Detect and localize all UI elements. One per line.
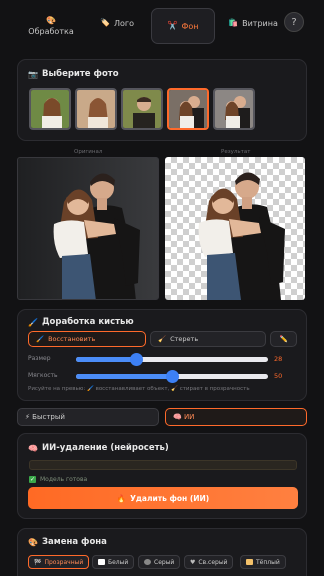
pencil-button[interactable]: ✏️	[270, 331, 297, 347]
original-preview	[17, 157, 159, 300]
photo-thumbnail[interactable]	[29, 88, 71, 130]
bg-option-light-gray[interactable]: ♥ Св.серый	[184, 555, 234, 569]
ai-removal-card: 🧠 ИИ-удаление (нейросеть) ✓ Модель готов…	[17, 433, 307, 519]
tag-icon: 🏷️	[100, 18, 110, 27]
help-button[interactable]: ?	[284, 12, 304, 32]
check-icon: ✓	[29, 476, 36, 483]
tab-logo[interactable]: 🏷️ Лого	[82, 8, 152, 38]
softness-slider-thumb[interactable]	[166, 370, 179, 383]
ai-mode-button[interactable]: 🧠 ИИ	[165, 408, 307, 426]
fire-icon: 🔥	[116, 493, 127, 503]
brush-icon: 🖌️	[28, 317, 38, 327]
heart-icon: ♥	[190, 558, 196, 566]
shopping-bag-icon: 🛍️	[228, 18, 239, 27]
thumbnail-strip	[29, 88, 255, 130]
size-slider[interactable]	[76, 353, 268, 366]
size-label: Размер	[28, 355, 51, 362]
original-caption: Оригинал	[74, 149, 103, 155]
tab-processing[interactable]: 🎨 Обработка	[16, 8, 86, 44]
photo-thumbnail[interactable]	[213, 88, 255, 130]
photo-thumbnail[interactable]	[121, 88, 163, 130]
size-value: 28	[274, 355, 283, 363]
restore-button[interactable]: 🖌️ Восстановить	[28, 331, 146, 347]
palette-icon: 🎨	[28, 537, 38, 547]
tab-label: Фон	[181, 21, 199, 31]
model-status: ✓ Модель готова	[29, 476, 88, 483]
tab-label: Лого	[113, 18, 134, 28]
photo-thumbnail[interactable]	[75, 88, 117, 130]
fast-mode-button[interactable]: ⚡ Быстрый	[17, 408, 159, 426]
pencil-icon: ✏️	[279, 335, 288, 343]
replace-background-card: 🎨 Замена фона 🏁 Прозрачный Белый Серый ♥…	[17, 528, 307, 576]
tab-background[interactable]: ✂️ Фон	[151, 8, 215, 44]
size-slider-thumb[interactable]	[130, 353, 143, 366]
brush-hint: Рисуйте на превью: 🖌️ восстанавливает об…	[28, 386, 250, 392]
white-swatch-icon	[98, 559, 105, 565]
result-preview[interactable]	[165, 157, 305, 300]
card-title: 🎨 Замена фона	[28, 537, 107, 547]
remove-background-ai-button[interactable]: 🔥 Удалить фон (ИИ)	[28, 487, 298, 509]
flag-icon: 🏁	[34, 558, 42, 566]
softness-value: 50	[274, 372, 283, 380]
photo-picker-card: 📷 Выберите фото	[17, 59, 307, 141]
result-caption: Результат	[221, 149, 251, 155]
card-title: 🖌️ Доработка кистью	[28, 317, 134, 327]
card-title: 🧠 ИИ-удаление (нейросеть)	[28, 443, 169, 453]
photo-thumbnail-selected[interactable]	[167, 88, 209, 130]
bg-option-white[interactable]: Белый	[92, 555, 135, 569]
palette-icon: 🎨	[46, 15, 56, 25]
bg-option-warm[interactable]: Тёплый	[240, 555, 286, 569]
tab-label: Витрина	[242, 18, 278, 28]
brain-icon: 🧠	[28, 443, 38, 453]
scissors-icon: ✂️	[167, 21, 178, 30]
erase-button[interactable]: 🧹 Стереть	[150, 331, 266, 347]
softness-label: Мягкость	[28, 372, 58, 379]
card-title: 📷 Выберите фото	[28, 69, 119, 79]
camera-icon: 📷	[28, 69, 38, 79]
bg-option-transparent[interactable]: 🏁 Прозрачный	[28, 555, 90, 569]
softness-slider[interactable]	[76, 370, 268, 383]
warm-swatch-icon	[246, 559, 253, 565]
size-slider-fill	[76, 357, 136, 362]
broom-icon: 🧹	[158, 335, 167, 343]
brush-icon: 🖌️	[36, 335, 45, 343]
model-progress-bar	[29, 460, 297, 470]
softness-slider-fill	[76, 374, 172, 379]
tab-label: Обработка	[28, 26, 74, 36]
gray-swatch-icon	[144, 559, 151, 565]
brush-card: 🖌️ Доработка кистью 🖌️ Восстановить 🧹 Ст…	[17, 309, 307, 401]
tab-showcase[interactable]: 🛍️ Витрина	[221, 8, 285, 38]
tab-bar: 🎨 Обработка 🏷️ Лого ✂️ Фон 🛍️ Витрина	[16, 8, 308, 48]
bg-option-gray[interactable]: Серый	[138, 555, 181, 569]
